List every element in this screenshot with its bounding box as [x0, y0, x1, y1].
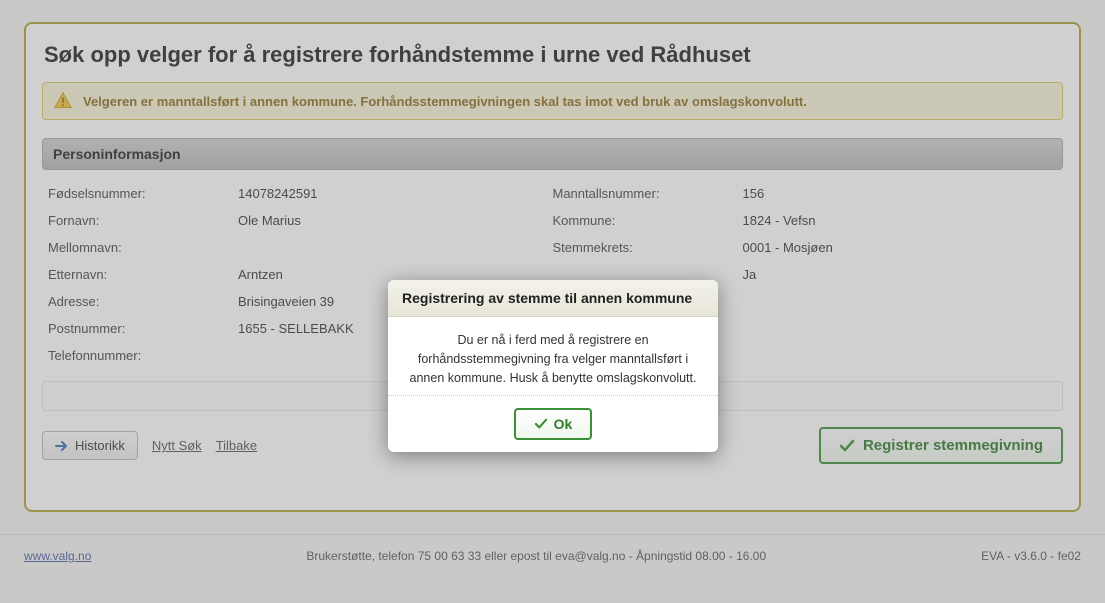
check-icon — [534, 418, 548, 430]
dialog-ok-label: Ok — [554, 416, 573, 432]
dialog-ok-button[interactable]: Ok — [514, 408, 593, 440]
dialog-registrering: Registrering av stemme til annen kommune… — [388, 280, 718, 452]
dialog-body: Du er nå i ferd med å registrere en forh… — [388, 317, 718, 396]
dialog-title: Registrering av stemme til annen kommune — [388, 280, 718, 317]
